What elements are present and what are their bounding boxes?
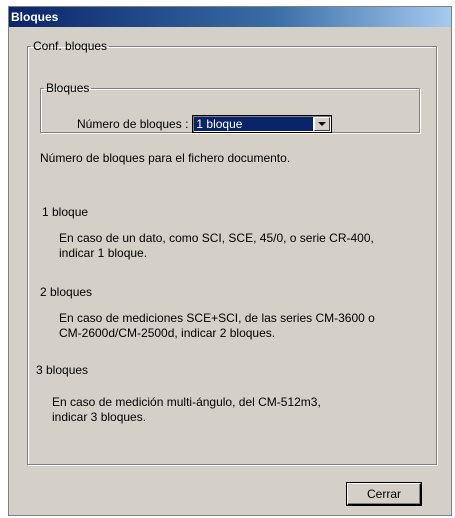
description-text: Número de bloques para el fichero docume… (40, 151, 291, 165)
conf-bloques-legend: Conf. bloques (33, 39, 108, 53)
conf-bloques-group: Conf. bloques Bloques Número de bloques … (27, 39, 437, 465)
section-1-line-1: En caso de un dato, como SCI, SCE, 45/0,… (59, 231, 374, 245)
section-2-line-1: En caso de mediciones SCE+SCI, de las se… (59, 311, 375, 325)
section-1-line-2: indicar 1 bloque. (59, 246, 148, 260)
block-count-label: Número de bloques : (77, 117, 189, 131)
window-title: Bloques (9, 7, 451, 27)
bloques-legend: Bloques (46, 81, 90, 95)
block-count-value: 1 bloque (194, 117, 314, 131)
dialog-window: Bloques Conf. bloques Bloques Número de … (8, 6, 452, 516)
section-2-heading: 2 bloques (40, 285, 93, 299)
block-count-select[interactable]: 1 bloque (192, 115, 333, 133)
section-3-line-1: En caso de medición multi-ángulo, del CM… (52, 395, 321, 409)
section-3-heading: 3 bloques (36, 363, 89, 377)
section-3-line-2: indicar 3 bloques. (52, 410, 147, 424)
close-button[interactable]: Cerrar (347, 483, 421, 505)
section-1-heading: 1 bloque (42, 205, 89, 219)
block-count-row: Número de bloques : 1 bloque (77, 115, 333, 133)
bloques-group: Bloques Número de bloques : 1 bloque (40, 81, 420, 133)
chevron-down-icon (318, 122, 327, 126)
dropdown-button[interactable] (314, 117, 331, 131)
section-2-line-2: CM-2600d/CM-2500d, indicar 2 bloques. (59, 326, 276, 340)
